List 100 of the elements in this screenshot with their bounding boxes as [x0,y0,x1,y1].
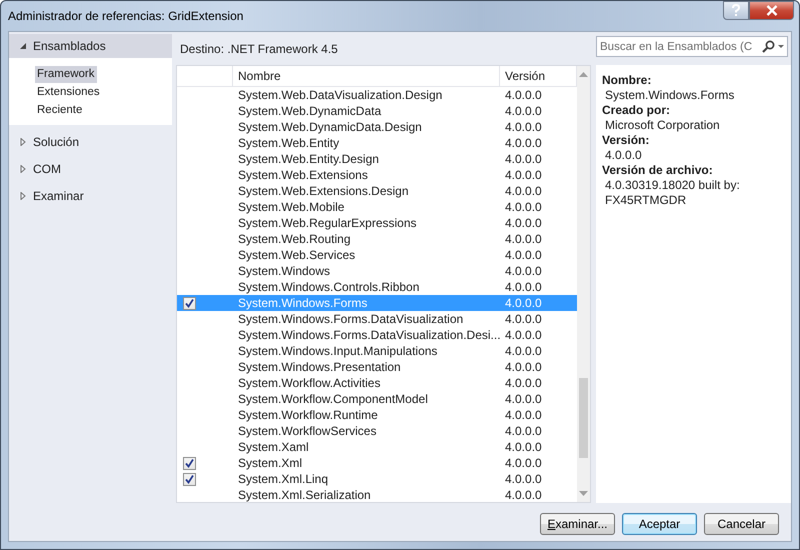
assembly-name: System.Windows.Input.Manipulations [237,343,438,359]
assembly-name: System.Web.DynamicData [237,103,382,119]
close-icon [766,5,778,16]
table-row[interactable]: System.Workflow.ComponentModel 4.0.0.0 [177,391,577,407]
table-row[interactable]: System.Web.Mobile 4.0.0.0 [177,199,577,215]
checkbox[interactable] [183,472,196,486]
assembly-name: System.Web.Routing [237,231,352,247]
table-row[interactable]: System.Windows 4.0.0.0 [177,263,577,279]
table-row[interactable]: System.Web.RegularExpressions 4.0.0.0 [177,215,577,231]
assembly-version: 4.0.0.0 [504,119,543,135]
assembly-version: 4.0.0.0 [504,391,543,407]
sidebar-section[interactable]: Examinar [9,182,172,209]
window-title: Administrador de referencias: GridExtension [8,9,244,23]
checkbox[interactable] [183,456,196,470]
assembly-version: 4.0.0.0 [504,295,543,311]
expanded-icon [19,42,27,50]
sidebar-section[interactable]: Solución [9,128,172,155]
assembly-name: System.Workflow.Activities [237,375,382,391]
target-framework-label: Destino: .NET Framework 4.5 [180,42,338,56]
detail-label: Versión: [602,133,650,148]
table-row[interactable]: System.Workflow.Runtime 4.0.0.0 [177,407,577,423]
table-row[interactable]: System.Windows.Controls.Ribbon 4.0.0.0 [177,279,577,295]
assembly-version: 4.0.0.0 [504,135,543,151]
sidebar-item[interactable]: Extensiones [35,84,102,101]
table-row[interactable]: System.Web.DynamicData 4.0.0.0 [177,103,577,119]
scrollbar[interactable] [577,66,590,502]
assembly-name: System.Web.Extensions.Design [237,183,410,199]
table-row[interactable]: System.Workflow.Activities 4.0.0.0 [177,375,577,391]
assembly-name: System.Workflow.ComponentModel [237,391,429,407]
table-row[interactable]: System.Web.Entity.Design 4.0.0.0 [177,151,577,167]
sidebar-item[interactable]: Reciente [35,102,84,119]
sidebar-section[interactable]: COM [9,155,172,182]
assembly-name: System.Web.Entity.Design [237,151,380,167]
assembly-name: System.Windows.Controls.Ribbon [237,279,420,295]
table-row[interactable]: System.Web.Extensions.Design 4.0.0.0 [177,183,577,199]
assembly-version: 4.0.0.0 [504,215,543,231]
assembly-version: 4.0.0.0 [504,375,543,391]
assembly-version: 4.0.0.0 [504,311,543,327]
sidebar-section[interactable]: Ensamblados [9,34,172,58]
table-row[interactable]: System.Web.DynamicData.Design 4.0.0.0 [177,119,577,135]
search-icon[interactable] [761,40,787,54]
assembly-name: System.Web.RegularExpressions [237,215,418,231]
assembly-version: 4.0.0.0 [504,231,543,247]
table-row[interactable]: System.Xml.Serialization 4.0.0.0 [177,487,577,503]
assembly-name: System.Xml.Linq [237,471,330,487]
assembly-name: System.Xml [237,455,304,471]
assembly-name: System.Xml.Serialization [237,487,372,503]
table-row[interactable]: System.Web.DataVisualization.Design 4.0.0.0 [177,87,577,103]
table-row[interactable]: System.Windows.Forms.DataVisualization 4.0.0.0 [177,311,577,327]
table-row[interactable]: System.Web.Entity 4.0.0.0 [177,135,577,151]
collapsed-icon [19,192,27,200]
checkbox[interactable] [183,296,196,310]
detail-value: Microsoft Corporation [604,118,721,133]
table-row[interactable]: System.Web.Routing 4.0.0.0 [177,231,577,247]
table-row[interactable]: System.Web.Extensions 4.0.0.0 [177,167,577,183]
assembly-version: 4.0.0.0 [504,343,543,359]
assembly-name: System.WorkflowServices [237,423,378,439]
collapsed-icon [19,138,27,146]
dialog-button[interactable]: Examinar... [540,513,615,535]
assembly-name: System.Windows.Presentation [237,359,402,375]
assembly-version: 4.0.0.0 [504,439,543,455]
assembly-name: System.Xaml [237,439,310,455]
assembly-name: System.Web.DynamicData.Design [237,119,423,135]
detail-value: System.Windows.Forms [604,88,736,103]
table-row[interactable]: System.Windows.Presentation 4.0.0.0 [177,359,577,375]
detail-value: 4.0.0.0 [604,148,643,163]
assembly-name: System.Web.Entity [237,135,340,151]
assembly-version: 4.0.0.0 [504,455,543,471]
table-row[interactable]: System.Windows.Forms.DataVisualization.Desi... 4.0.0.0 [177,327,577,343]
assembly-name: System.Windows [237,263,332,279]
dialog-button[interactable]: Aceptar [622,513,697,535]
scrollbar-thumb[interactable] [579,378,588,458]
help-icon [731,4,741,17]
table-row[interactable]: System.Web.Services 4.0.0.0 [177,247,577,263]
table-row[interactable]: System.WorkflowServices 4.0.0.0 [177,423,577,439]
search-field[interactable]: Buscar en la Ensamblados (C [596,36,788,57]
table-row[interactable]: System.Xml 4.0.0.0 [177,455,577,471]
detail-label: Versión de archivo: [602,163,714,178]
assembly-version: 4.0.0.0 [504,487,543,503]
assembly-version: 4.0.0.0 [504,87,543,103]
collapsed-icon [19,164,27,172]
sidebar-item[interactable]: Framework [35,66,97,83]
table-row[interactable]: System.Xml.Linq 4.0.0.0 [177,471,577,487]
dialog-button[interactable]: Cancelar [704,513,779,535]
assembly-version: 4.0.0.0 [504,423,543,439]
table-row[interactable]: System.Xaml 4.0.0.0 [177,439,577,455]
assembly-version: 4.0.0.0 [504,359,543,375]
assembly-name: System.Windows.Forms.DataVisualization [237,311,464,327]
assembly-version: 4.0.0.0 [504,263,543,279]
assembly-name: System.Web.Services [237,247,356,263]
help-button[interactable] [723,1,749,20]
assembly-version: 4.0.0.0 [504,407,543,423]
detail-label: Creado por: [602,103,672,118]
assembly-version: 4.0.0.0 [504,167,543,183]
table-row[interactable]: System.Windows.Input.Manipulations 4.0.0.0 [177,343,577,359]
assembly-version: 4.0.0.0 [504,183,543,199]
detail-label: Nombre: [602,73,652,88]
close-button[interactable] [749,1,794,20]
assembly-name: System.Workflow.Runtime [237,407,379,423]
assembly-name: System.Web.DataVisualization.Design [237,87,444,103]
